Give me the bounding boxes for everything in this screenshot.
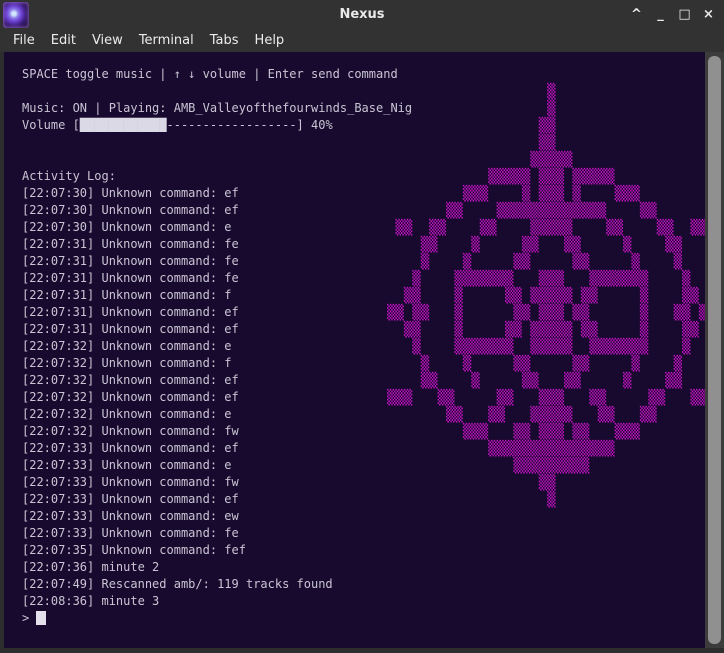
log-line: [22:07:31] Unknown command: fe — [22, 237, 239, 251]
title-bar: Nexus ^ _ □ × — [0, 0, 724, 30]
log-line: [22:07:49] Rescanned amb/: 119 tracks fo… — [22, 577, 333, 591]
log-line: [22:08:36] minute 3 — [22, 594, 160, 608]
sigil-ascii-art: ▒ ▒ ▒▒ ▒▒ ▒▒▒▒▒ ▒▒▒▒▒ ▒▒▒ ▒▒▒▒▒ ▒▒▒ ▒ ▒▒… — [387, 84, 705, 508]
terminal-screen[interactable]: ▒ ▒ ▒▒ ▒▒ ▒▒▒▒▒ ▒▒▒▒▒ ▒▒▒ ▒▒▒▒▒ ▒▒▒ ▒ ▒▒… — [4, 52, 705, 648]
prompt-line[interactable]: > — [22, 610, 412, 627]
log-line: [22:07:33] Unknown command: fe — [22, 526, 239, 540]
maximize-button-icon[interactable]: □ — [677, 6, 692, 24]
shade-button-icon[interactable]: ^ — [629, 6, 644, 24]
log-line: [22:07:33] Unknown command: e — [22, 458, 232, 472]
log-line: [22:07:31] Unknown command: ef — [22, 322, 239, 336]
log-line: [22:07:35] Unknown command: fef — [22, 543, 246, 557]
log-line: [22:07:32] Unknown command: ef — [22, 390, 239, 404]
volume-bar-empty: ------------------ — [166, 118, 297, 132]
log-line: [22:07:33] Unknown command: ef — [22, 441, 239, 455]
music-status-line: Music: ON | Playing: AMB_Valleyofthefour… — [22, 101, 413, 115]
log-line: [22:07:31] Unknown command: f — [22, 288, 232, 302]
volume-line: Volume [████████████------------------] … — [22, 117, 412, 134]
scrollbar-thumb[interactable] — [708, 56, 721, 644]
log-line: [22:07:32] Unknown command: fw — [22, 424, 239, 438]
log-line: [22:07:32] Unknown command: ef — [22, 373, 239, 387]
volume-percent: ] 40% — [296, 118, 333, 132]
menu-bar: File Edit View Terminal Tabs Help — [0, 30, 724, 52]
activity-log-title: Activity Log: — [22, 169, 116, 183]
log-line: [22:07:30] Unknown command: ef — [22, 203, 239, 217]
log-line: [22:07:32] Unknown command: f — [22, 356, 232, 370]
menu-item[interactable]: Edit — [51, 30, 76, 52]
prompt-symbol: > — [22, 611, 37, 625]
terminal-cursor — [36, 610, 47, 625]
minimize-button-icon[interactable]: _ — [653, 6, 668, 24]
menu-item[interactable]: Help — [255, 30, 285, 52]
app-icon — [3, 2, 29, 28]
volume-bar-filled: ████████████ — [79, 118, 167, 132]
volume-label: Volume [ — [22, 118, 80, 132]
menu-item[interactable]: Terminal — [139, 30, 194, 52]
log-line: [22:07:31] Unknown command: ef — [22, 305, 239, 319]
help-line: SPACE toggle music | ↑ ↓ volume | Enter … — [22, 67, 398, 81]
log-line: [22:07:32] Unknown command: e — [22, 407, 232, 421]
window-controls: ^ _ □ × — [629, 0, 716, 30]
close-button-icon[interactable]: × — [701, 6, 716, 24]
log-line: [22:07:30] Unknown command: e — [22, 220, 232, 234]
log-line: [22:07:33] Unknown command: ef — [22, 492, 239, 506]
window-title: Nexus — [339, 7, 385, 22]
scrollbar-track[interactable] — [705, 52, 724, 648]
log-line: [22:07:33] Unknown command: fw — [22, 475, 239, 489]
log-line: [22:07:32] Unknown command: e — [22, 339, 232, 353]
log-line: [22:07:31] Unknown command: fe — [22, 271, 239, 285]
log-line: [22:07:36] minute 2 — [22, 560, 160, 574]
log-line: [22:07:30] Unknown command: ef — [22, 186, 239, 200]
menu-item[interactable]: File — [13, 30, 35, 52]
log-line: [22:07:31] Unknown command: fe — [22, 254, 239, 268]
log-line: [22:07:33] Unknown command: ew — [22, 509, 239, 523]
menu-item[interactable]: Tabs — [210, 30, 239, 52]
menu-item[interactable]: View — [92, 30, 123, 52]
terminal-text: SPACE toggle music | ↑ ↓ volume | Enter … — [22, 66, 412, 627]
